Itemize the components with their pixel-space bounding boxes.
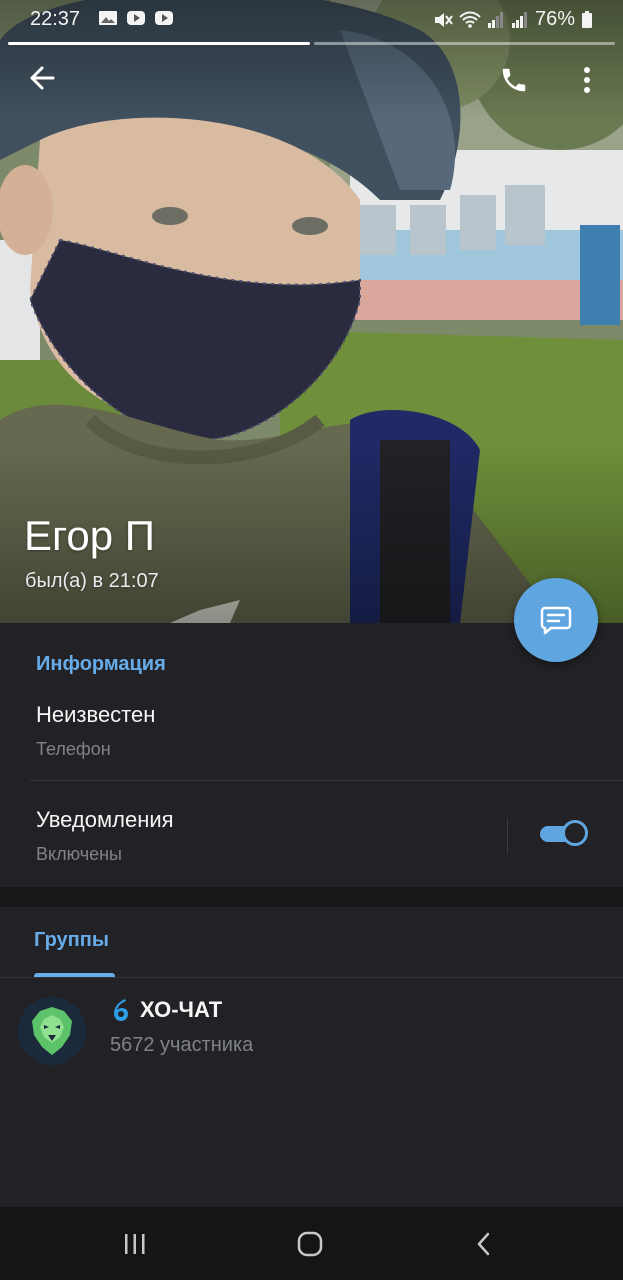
- arrow-left-icon: [30, 66, 55, 90]
- more-options-button[interactable]: [570, 60, 604, 100]
- group-name-wrap: ХО-ЧАТ: [110, 997, 222, 1023]
- group-avatar: [18, 997, 86, 1065]
- profile-last-seen: был(а) в 21:07: [25, 570, 159, 592]
- profile-name: Егор П: [24, 512, 155, 559]
- signal-icon: [511, 11, 527, 28]
- send-message-button[interactable]: [514, 578, 598, 662]
- notifications-title: Уведомления: [36, 807, 174, 832]
- battery-percent: 76%: [534, 8, 575, 30]
- info-section: Информация Неизвестен Телефон Уведомлени…: [0, 623, 623, 887]
- wifi-icon: [459, 11, 481, 28]
- notifications-toggle[interactable]: [538, 819, 592, 849]
- recents-icon: [125, 1234, 145, 1254]
- phone-label: Телефон: [36, 739, 111, 759]
- six-logo-icon: [114, 999, 128, 1021]
- notifications-status: Включены: [36, 844, 122, 864]
- message-icon: [540, 606, 572, 635]
- phone-icon: [502, 68, 526, 92]
- system-nav-bar: [0, 1207, 623, 1280]
- info-divider: [30, 780, 623, 781]
- info-section-title: Информация: [36, 653, 166, 675]
- nav-recents-button[interactable]: [115, 1227, 155, 1261]
- nav-back-button[interactable]: [464, 1227, 504, 1261]
- gallery-icon: [99, 11, 117, 25]
- mute-icon: [434, 12, 453, 27]
- status-right-icons: 76%: [433, 8, 593, 31]
- photo-progress: [8, 42, 615, 46]
- nav-back-icon: [477, 1232, 490, 1256]
- status-left-icons: [98, 10, 174, 26]
- photo-progress-segment: [313, 42, 615, 45]
- photo-progress-segment: [8, 42, 310, 45]
- back-button[interactable]: [22, 58, 62, 98]
- section-gap: [0, 887, 623, 907]
- groups-section: Группы ХО-ЧАТ 5672 участника: [0, 907, 623, 1207]
- nav-home-button[interactable]: [290, 1227, 330, 1261]
- home-icon: [297, 1231, 323, 1257]
- youtube-icon: [127, 11, 145, 25]
- notifications-row[interactable]: Уведомления Включены: [0, 783, 500, 883]
- group-name: ХО-ЧАТ: [140, 997, 223, 1022]
- signal-icon: [487, 11, 503, 28]
- tab-groups[interactable]: Группы: [34, 929, 109, 952]
- youtube-icon: [155, 11, 173, 25]
- notifications-separator: [507, 818, 508, 854]
- call-button[interactable]: [494, 60, 534, 100]
- tabs-divider: [0, 977, 623, 978]
- more-vertical-icon: [584, 67, 590, 93]
- toggle-knob: [562, 820, 588, 846]
- profile-photo[interactable]: 22:37 76% Егор П был(а) в 21:07: [0, 0, 623, 623]
- group-list-item[interactable]: ХО-ЧАТ 5672 участника: [0, 979, 623, 1079]
- group-member-count: 5672 участника: [110, 1034, 254, 1056]
- status-bar: 22:37 76%: [0, 0, 623, 38]
- status-time: 22:37: [30, 8, 81, 30]
- lion-logo: [18, 997, 86, 1065]
- phone-value: Неизвестен: [36, 702, 156, 727]
- battery-icon: [582, 10, 592, 28]
- phone-row[interactable]: Неизвестен Телефон: [0, 688, 623, 780]
